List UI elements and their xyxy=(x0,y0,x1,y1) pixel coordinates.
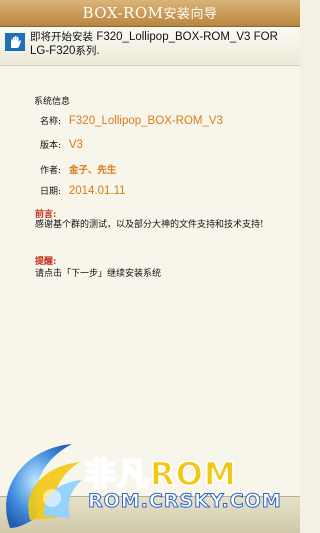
notice-for: FOR xyxy=(250,31,278,43)
install-notice-text: 即将开始安装 F320_Lollipop_BOX-ROM_V3 FOR LG-F… xyxy=(30,30,295,58)
name-value: F320_Lollipop_BOX-ROM_V3 xyxy=(68,115,223,127)
title-bar: BOX-ROM安装向导 xyxy=(0,0,300,27)
notice-rom-name: F320_Lollipop_BOX-ROM_V3 xyxy=(96,31,251,43)
notice-series: 系列. xyxy=(75,45,100,57)
date-label: 日期: xyxy=(40,187,62,197)
version-label: 版本: xyxy=(40,141,62,151)
author-value: 金子、先生 xyxy=(68,165,117,176)
info-row-version: 版本: V3 xyxy=(40,138,83,151)
brand-domain: ROM.CRSKY.COM xyxy=(88,490,282,513)
install-notice-bar: 即将开始安装 F320_Lollipop_BOX-ROM_V3 FOR LG-F… xyxy=(0,27,300,66)
tip-text: 请点击「下一步」继续安装系统 xyxy=(35,269,162,279)
version-value: V3 xyxy=(68,139,83,151)
installer-screen: BOX-ROM安装向导 即将开始安装 F320_Lollipop_BOX-ROM… xyxy=(0,0,300,533)
author-label: 作者: xyxy=(40,166,62,176)
brand-logo-text: 非凡ROM xyxy=(83,449,237,495)
name-label: 名称: xyxy=(40,117,62,127)
title-main: BOX-ROM xyxy=(82,4,164,22)
brand-left: 非凡 xyxy=(83,454,151,494)
info-row-date: 日期: 2014.01.11 xyxy=(40,184,126,197)
info-row-name: 名称: F320_Lollipop_BOX-ROM_V3 xyxy=(40,114,223,127)
title-sub: 安装向导 xyxy=(163,7,218,22)
notice-model: LG-F320 xyxy=(30,45,76,57)
hand-icon xyxy=(5,33,25,51)
info-row-author: 作者: 金子、先生 xyxy=(40,162,116,176)
content-panel: 系统信息 名称: F320_Lollipop_BOX-ROM_V3 版本: V3… xyxy=(0,66,300,496)
system-info-heading: 系统信息 xyxy=(34,97,71,107)
preface-text: 感谢基个群的测试，以及部分大神的文件支持和技术支持! xyxy=(35,220,264,230)
date-value: 2014.01.11 xyxy=(68,185,126,197)
brand-right: ROM xyxy=(149,454,237,494)
notice-prefix: 即将开始安装 xyxy=(30,31,97,43)
